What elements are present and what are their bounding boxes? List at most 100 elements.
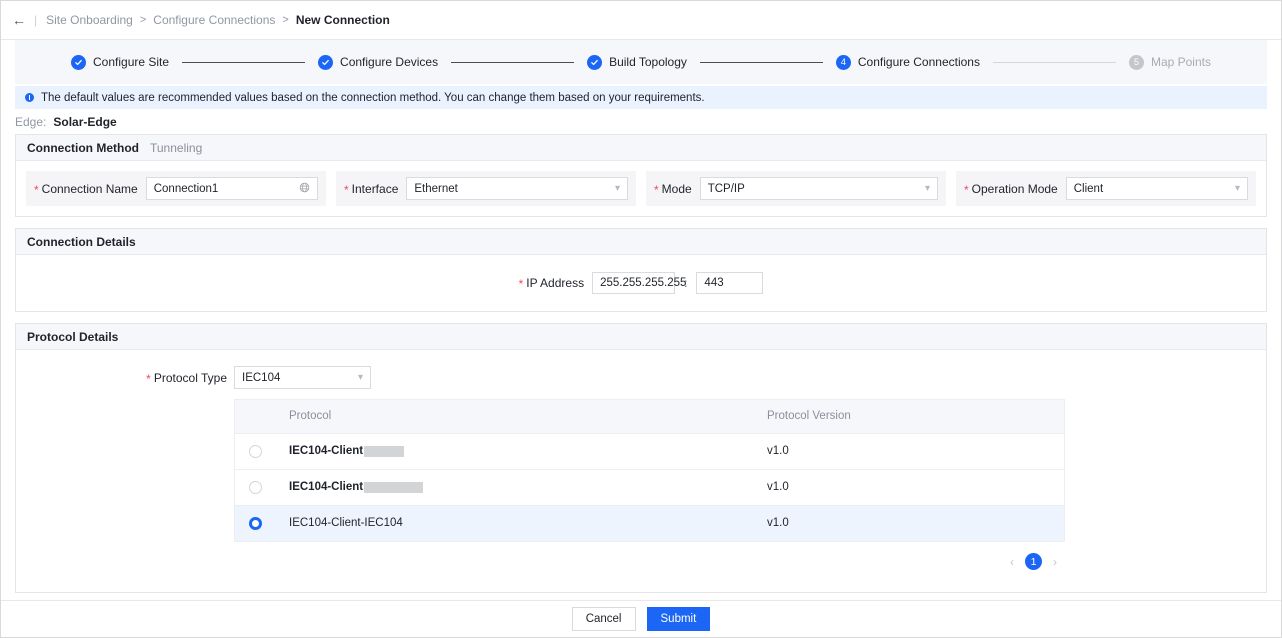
label-text: Protocol Type <box>153 370 227 385</box>
field-operation-mode: * Operation Mode Client ▾ <box>956 171 1256 206</box>
breadcrumb-separator-icon: > <box>282 14 289 26</box>
step-configure-site[interactable]: Configure Site <box>71 54 169 70</box>
info-banner-text: The default values are recommended value… <box>41 91 705 104</box>
step-build-topology[interactable]: Build Topology <box>587 54 687 70</box>
operation-mode-label: * Operation Mode <box>964 182 1058 196</box>
select-value: Client <box>1073 182 1104 195</box>
protocol-type-select[interactable]: IEC104 ▾ <box>234 366 371 389</box>
row-select-cell[interactable] <box>235 433 276 470</box>
stepper: Configure Site Configure Devices Build T… <box>15 40 1267 84</box>
protocol-type-row: * Protocol Type IEC104 ▾ <box>26 360 1256 399</box>
chevron-down-icon: ▾ <box>1234 182 1240 194</box>
step-label: Map Points <box>1150 55 1211 69</box>
step-configure-devices[interactable]: Configure Devices <box>318 54 439 70</box>
breadcrumb-item-site-onboarding[interactable]: Site Onboarding <box>46 13 133 27</box>
label-text: IP Address <box>526 276 585 290</box>
step-configure-connections[interactable]: 4 Configure Connections <box>835 54 980 70</box>
table-row[interactable]: IEC104-Client v1.0 <box>235 469 1064 506</box>
submit-button[interactable]: Submit <box>646 607 711 631</box>
chevron-down-icon: ▾ <box>614 182 620 194</box>
mode-select[interactable]: TCP/IP ▾ <box>699 177 938 200</box>
row-version-cell: v1.0 <box>754 505 1064 542</box>
protocol-table: Protocol Protocol Version IEC104-Client … <box>235 400 1064 542</box>
pagination-page-1[interactable]: 1 <box>1025 553 1042 570</box>
panel-title: Connection Details <box>27 234 136 249</box>
row-select-cell[interactable] <box>235 469 276 506</box>
row-version-cell: v1.0 <box>754 469 1064 506</box>
step-map-points[interactable]: 5 Map Points <box>1128 54 1211 70</box>
check-icon <box>318 54 334 70</box>
globe-icon[interactable] <box>299 182 310 196</box>
label-text: Mode <box>661 181 692 196</box>
connection-method-panel: Connection Method Tunneling * Connection… <box>15 134 1267 217</box>
ip-address-label: * IP Address <box>519 276 585 290</box>
breadcrumb-current: New Connection <box>295 13 390 27</box>
cancel-button[interactable]: Cancel <box>571 607 636 631</box>
breadcrumb-divider: | <box>34 13 38 27</box>
chevron-down-icon: ▾ <box>357 371 363 383</box>
connection-method-header: Connection Method Tunneling <box>16 135 1266 161</box>
protocol-name: IEC104-Client <box>289 481 754 493</box>
stepper-container: Configure Site Configure Devices Build T… <box>1 40 1281 84</box>
protocol-name: IEC104-Client <box>289 445 754 457</box>
step-label: Configure Devices <box>340 55 439 69</box>
row-protocol-cell: IEC104-Client-IEC104 <box>276 505 754 542</box>
field-mode: * Mode TCP/IP ▾ <box>646 171 946 206</box>
connection-name-input[interactable]: Connection1 <box>145 177 318 200</box>
required-asterisk: * <box>34 182 39 197</box>
label-text: Operation Mode <box>971 181 1058 196</box>
new-connection-page: ← | Site Onboarding > Configure Connecti… <box>0 0 1282 638</box>
protocol-name-text: IEC104-Client <box>289 445 364 457</box>
redacted-block <box>364 481 424 493</box>
operation-mode-select[interactable]: Client ▾ <box>1065 177 1248 200</box>
connection-details-header: Connection Details <box>16 229 1266 255</box>
mode-label: * Mode <box>654 182 692 196</box>
field-connection-name: * Connection Name Connection1 <box>26 171 326 206</box>
edge-value: Solar-Edge <box>53 114 117 129</box>
ip-port-separator: : <box>684 276 688 290</box>
protocol-details-header: Protocol Details <box>16 324 1266 350</box>
breadcrumb-item-configure-connections[interactable]: Configure Connections <box>153 13 275 27</box>
interface-label: * Interface <box>344 182 398 196</box>
step-number-badge: 5 <box>1128 54 1144 70</box>
row-protocol-cell: IEC104-Client <box>276 433 754 470</box>
required-asterisk: * <box>654 182 659 197</box>
check-icon <box>71 54 86 70</box>
pagination-next-icon[interactable]: › <box>1053 555 1057 569</box>
protocol-table-head: Protocol Protocol Version <box>235 400 1064 434</box>
connection-method-subtitle: Tunneling <box>149 140 203 155</box>
back-arrow-icon[interactable]: ← <box>12 13 26 27</box>
chevron-down-icon: ▾ <box>924 182 930 194</box>
connection-name-label: * Connection Name <box>34 182 138 196</box>
label-text: Interface <box>351 181 399 196</box>
select-value: Ethernet <box>414 182 458 195</box>
pagination: ‹ 1 › <box>234 542 1065 582</box>
protocol-details-body: * Protocol Type IEC104 ▾ Protocol Protoc… <box>16 350 1266 592</box>
interface-select[interactable]: Ethernet ▾ <box>406 177 628 200</box>
check-icon <box>587 54 603 70</box>
row-select-cell[interactable] <box>235 505 276 542</box>
pagination-prev-icon[interactable]: ‹ <box>1010 555 1014 569</box>
step-connector <box>451 61 575 63</box>
row-version-cell: v1.0 <box>754 433 1064 470</box>
port-input[interactable]: 443 <box>696 272 764 294</box>
protocol-type-label: * Protocol Type <box>26 371 234 385</box>
table-row[interactable]: IEC104-Client-IEC104 v1.0 <box>235 505 1064 542</box>
protocol-name-text: IEC104-Client <box>289 481 364 493</box>
input-value: 255.255.255.255 <box>600 277 687 289</box>
field-interface: * Interface Ethernet ▾ <box>336 171 636 206</box>
table-row[interactable]: IEC104-Client v1.0 <box>235 433 1064 470</box>
radio-button[interactable] <box>249 444 262 458</box>
panel-title: Connection Method <box>27 140 139 155</box>
row-protocol-cell: IEC104-Client <box>276 469 754 506</box>
ip-address-input[interactable]: 255.255.255.255 <box>592 272 686 294</box>
ip-address-row: * IP Address 255.255.255.255 : 443 <box>26 265 1256 301</box>
connection-method-fields: * Connection Name Connection1 * Interfac… <box>26 171 1256 206</box>
step-connector <box>992 61 1116 63</box>
protocol-name-text: IEC104-Client-IEC104 <box>289 517 403 529</box>
step-connector <box>182 61 306 63</box>
info-banner: The default values are recommended value… <box>15 86 1267 109</box>
radio-button-selected[interactable] <box>249 516 262 530</box>
radio-button[interactable] <box>249 480 262 494</box>
breadcrumb-separator-icon: > <box>139 14 147 26</box>
